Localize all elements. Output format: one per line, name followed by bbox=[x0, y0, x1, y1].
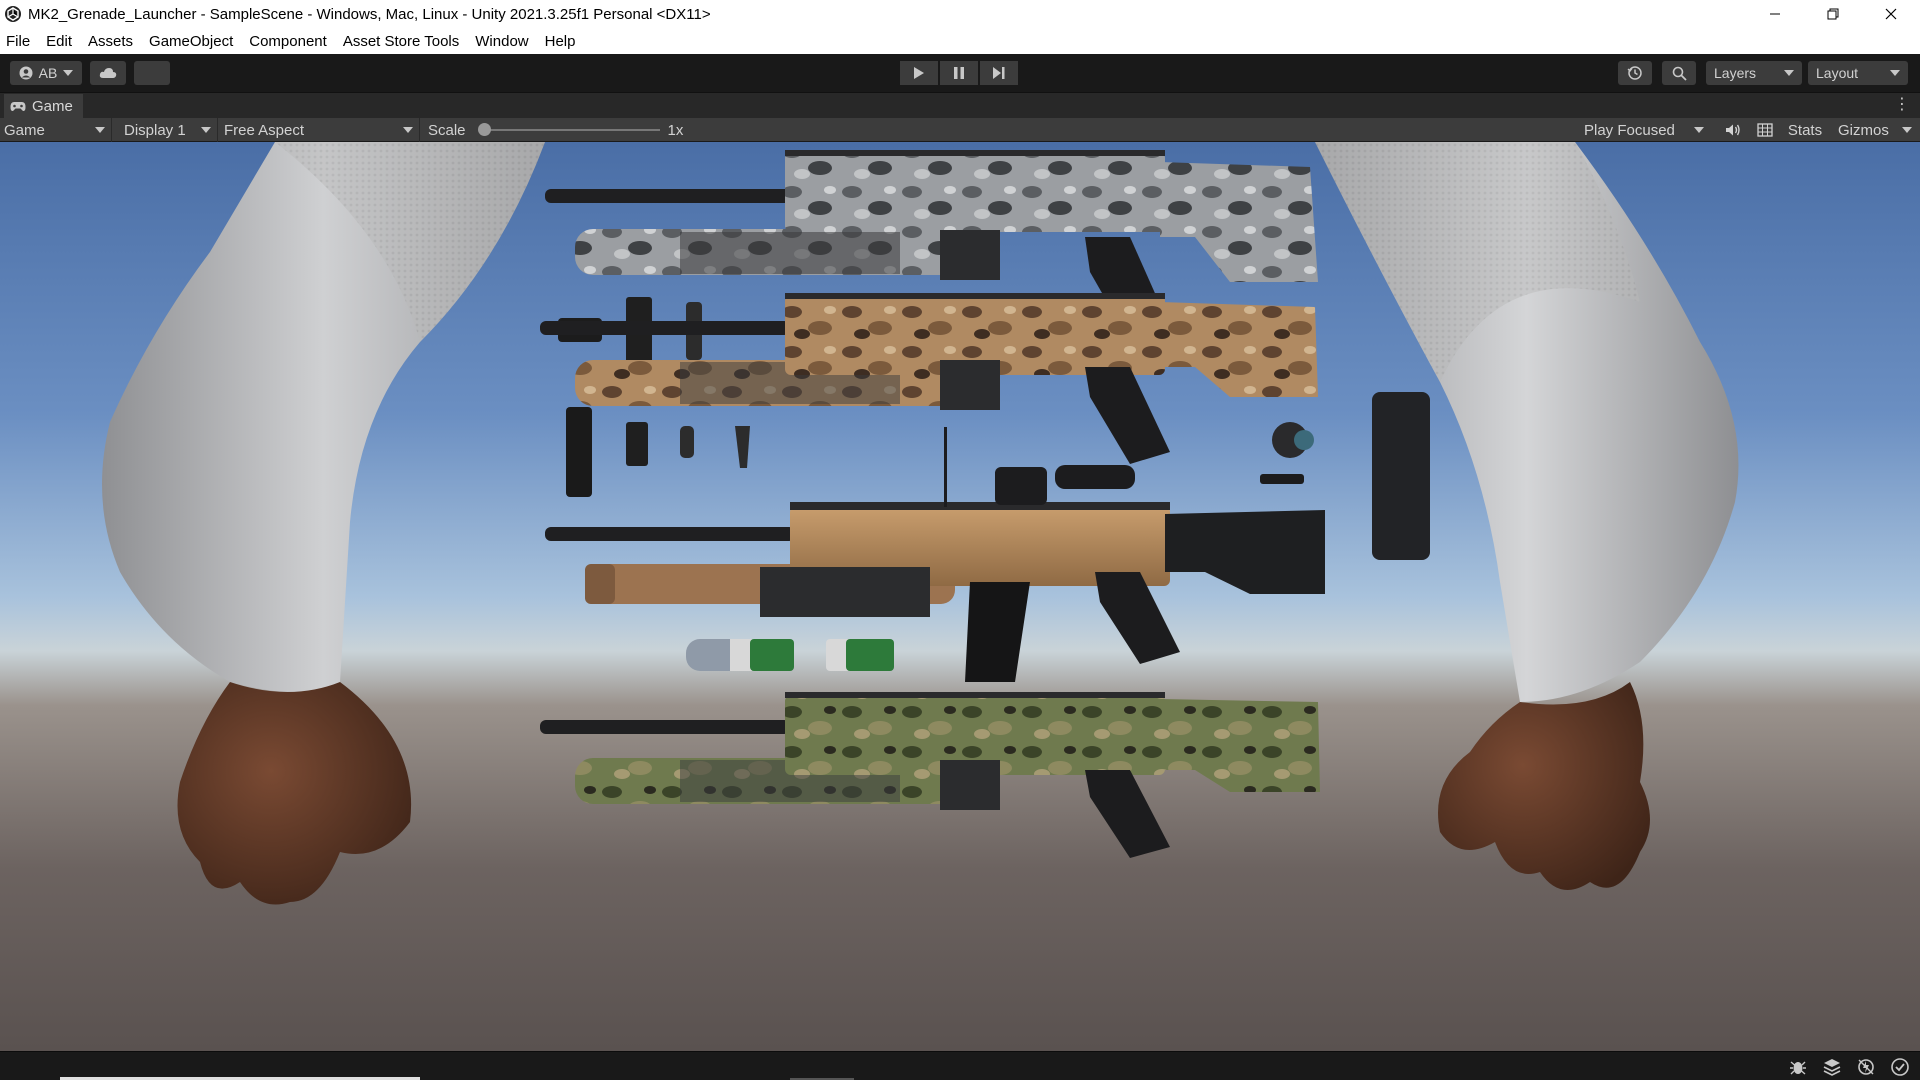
menu-file[interactable]: File bbox=[0, 33, 38, 50]
play-controls bbox=[900, 61, 1018, 85]
scale-control: Scale 1x bbox=[428, 118, 688, 142]
account-dropdown[interactable]: AB bbox=[10, 61, 82, 85]
scale-slider-knob[interactable] bbox=[477, 123, 491, 136]
layers-dropdown[interactable]: Layers bbox=[1706, 61, 1802, 85]
layers-stack-icon[interactable] bbox=[1822, 1057, 1842, 1077]
rifle-desert-tan bbox=[540, 293, 1318, 464]
aspect-label: Free Aspect bbox=[224, 121, 305, 139]
cloud-icon bbox=[99, 68, 117, 78]
menu-assets[interactable]: Assets bbox=[80, 33, 141, 50]
restore-icon[interactable] bbox=[1804, 0, 1862, 28]
bug-icon[interactable] bbox=[1788, 1057, 1808, 1077]
view-mode-dropdown[interactable]: Game bbox=[0, 118, 112, 142]
play-mode-label: Play Focused bbox=[1584, 121, 1675, 139]
mute-audio-button[interactable] bbox=[1720, 118, 1746, 142]
chevron-down-icon bbox=[1902, 127, 1912, 133]
status-bar bbox=[0, 1051, 1920, 1080]
grid-icon bbox=[1757, 123, 1773, 137]
menu-help[interactable]: Help bbox=[537, 33, 584, 50]
view-mode-label: Game bbox=[4, 121, 45, 139]
window-controls bbox=[1746, 0, 1920, 28]
chevron-down-icon bbox=[1890, 70, 1900, 76]
layout-dropdown[interactable]: Layout bbox=[1808, 61, 1908, 85]
game-tab-bar: Game ⋮ bbox=[0, 92, 1920, 118]
search-icon bbox=[1672, 66, 1687, 81]
menu-bar: File Edit Assets GameObject Component As… bbox=[0, 28, 1920, 54]
left-arm bbox=[102, 142, 545, 905]
chevron-down-icon bbox=[1694, 127, 1704, 133]
chevron-down-icon bbox=[403, 127, 413, 133]
scale-value: 1x bbox=[667, 121, 684, 139]
chevron-down-icon bbox=[1784, 70, 1794, 76]
stats-label: Stats bbox=[1787, 121, 1823, 139]
step-icon[interactable] bbox=[980, 61, 1018, 85]
menu-gameobject[interactable]: GameObject bbox=[141, 33, 241, 50]
rifle-fde-tan bbox=[545, 427, 1325, 682]
tab-game[interactable]: Game bbox=[4, 94, 83, 118]
chevron-down-icon bbox=[95, 127, 105, 133]
play-mode-dropdown[interactable]: Play Focused bbox=[1578, 118, 1710, 142]
layout-label: Layout bbox=[1816, 65, 1859, 81]
window-title: MK2_Grenade_Launcher - SampleScene - Win… bbox=[28, 5, 711, 23]
tab-game-label: Game bbox=[32, 97, 73, 115]
gizmos-dropdown[interactable]: Gizmos bbox=[1832, 118, 1918, 142]
display-dropdown[interactable]: Display 1 bbox=[118, 118, 218, 142]
menu-asset-store-tools[interactable]: Asset Store Tools bbox=[335, 33, 467, 50]
scale-label: Scale bbox=[428, 121, 466, 139]
account-icon bbox=[19, 66, 33, 80]
stats-button[interactable]: Stats bbox=[1782, 118, 1828, 142]
status-icons bbox=[1788, 1057, 1910, 1077]
window-title-bar: MK2_Grenade_Launcher - SampleScene - Win… bbox=[0, 0, 1920, 28]
play-icon[interactable] bbox=[900, 61, 938, 85]
game-viewport[interactable] bbox=[0, 142, 1920, 1051]
gamepad-icon bbox=[10, 101, 26, 111]
main-toolbar: AB Layers Layout bbox=[0, 54, 1920, 92]
chevron-down-icon bbox=[63, 70, 74, 76]
pause-icon[interactable] bbox=[940, 61, 978, 85]
game-view-toolbar: Game Display 1 Free Aspect Scale 1x Play… bbox=[0, 118, 1920, 142]
grenade-rounds bbox=[686, 639, 894, 671]
frame-debugger-button[interactable] bbox=[1752, 118, 1778, 142]
speaker-icon bbox=[1726, 124, 1740, 136]
check-circle-icon[interactable] bbox=[1890, 1057, 1910, 1077]
scene-render bbox=[102, 142, 1739, 905]
gizmos-label: Gizmos bbox=[1838, 121, 1889, 139]
collab-button[interactable] bbox=[134, 61, 170, 85]
cloud-button[interactable] bbox=[90, 61, 126, 85]
rifle-woodland-green bbox=[540, 692, 1320, 858]
history-icon bbox=[1627, 66, 1642, 80]
menu-edit[interactable]: Edit bbox=[38, 33, 80, 50]
kebab-menu-icon[interactable]: ⋮ bbox=[1894, 97, 1910, 113]
layers-label: Layers bbox=[1714, 65, 1757, 81]
chevron-down-icon bbox=[201, 127, 211, 133]
aspect-dropdown[interactable]: Free Aspect bbox=[220, 118, 420, 142]
scale-slider[interactable] bbox=[477, 123, 660, 136]
undo-history-button[interactable] bbox=[1618, 61, 1652, 85]
menu-window[interactable]: Window bbox=[467, 33, 536, 50]
close-icon[interactable] bbox=[1862, 0, 1920, 28]
unity-logo-icon bbox=[5, 6, 21, 22]
lighting-icon[interactable] bbox=[1856, 1057, 1876, 1077]
display-label: Display 1 bbox=[124, 121, 186, 139]
account-label: AB bbox=[38, 65, 58, 81]
search-button[interactable] bbox=[1662, 61, 1696, 85]
minimize-icon[interactable] bbox=[1746, 0, 1804, 28]
menu-component[interactable]: Component bbox=[241, 33, 335, 50]
